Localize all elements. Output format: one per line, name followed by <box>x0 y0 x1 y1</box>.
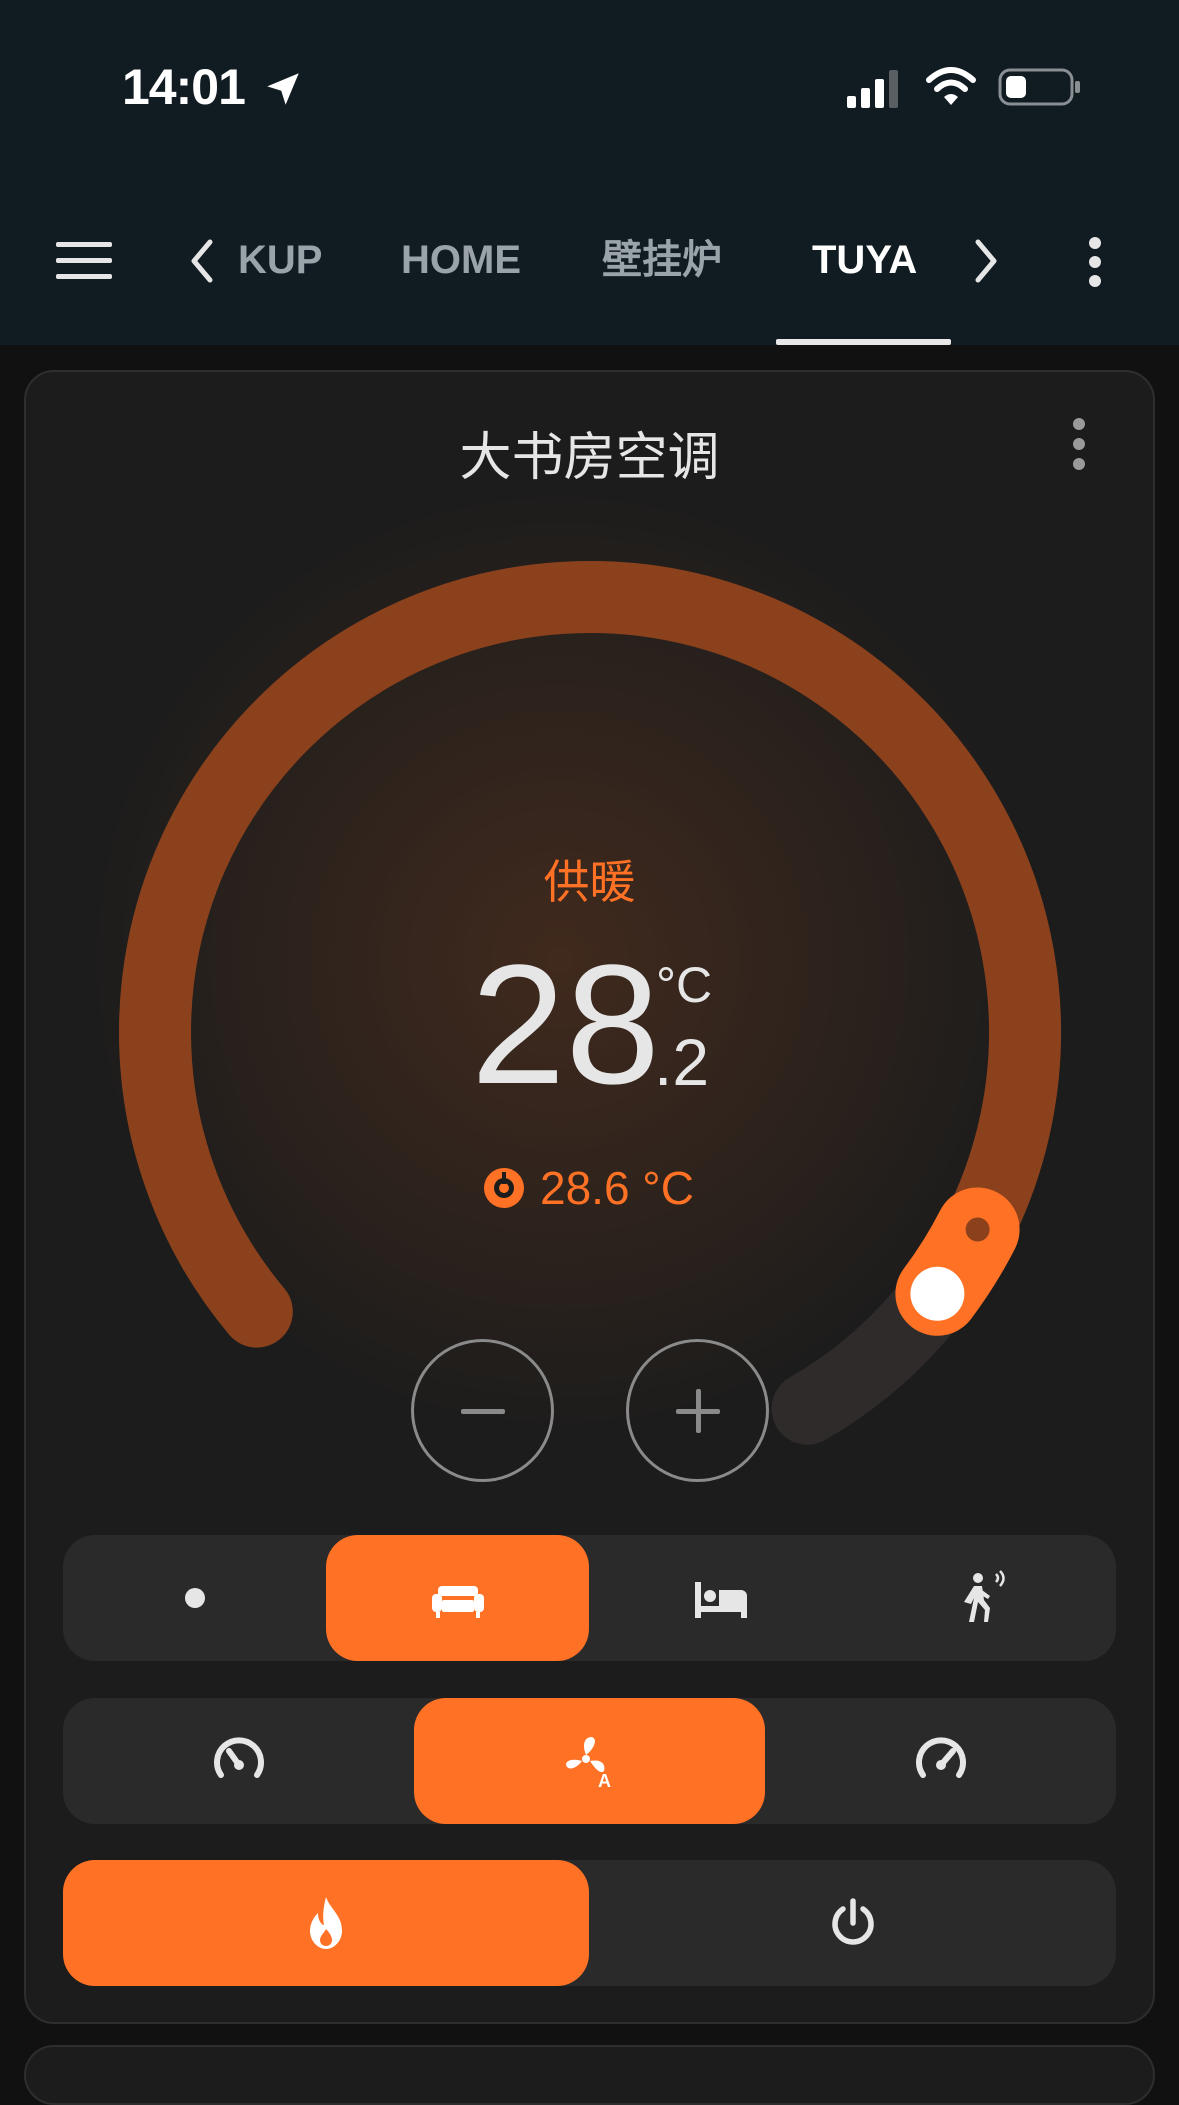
preset-mode-selector <box>63 1535 1116 1661</box>
minus-icon <box>460 1408 505 1414</box>
decrease-button[interactable] <box>411 1339 554 1482</box>
fan-low-button[interactable] <box>63 1698 414 1824</box>
current-marker <box>965 1217 990 1242</box>
flame-icon <box>310 1897 342 1949</box>
target-knob[interactable] <box>910 1266 965 1321</box>
target-temperature-unit: °C <box>656 957 713 1013</box>
fan-auto-icon: A <box>565 1737 611 1791</box>
power-icon <box>832 1898 874 1945</box>
increase-button[interactable] <box>626 1339 769 1482</box>
dial-handle[interactable] <box>895 1187 1020 1336</box>
walking-person-icon <box>964 1570 1005 1622</box>
bed-icon <box>694 1582 747 1618</box>
preset-away-button[interactable] <box>852 1535 1116 1661</box>
speedometer-low-icon <box>213 1737 264 1778</box>
thermometer-icon <box>484 1168 524 1208</box>
current-temperature-value: 28.6 °C <box>540 1162 694 1214</box>
preset-sleep-button[interactable] <box>589 1535 852 1661</box>
fan-auto-button[interactable]: A <box>414 1698 765 1824</box>
power-off-button[interactable] <box>590 1860 1116 1986</box>
heat-mode-button[interactable] <box>63 1860 589 1986</box>
plus-icon <box>675 1388 720 1433</box>
hvac-mode-label: 供暖 <box>543 855 636 909</box>
fan-high-button[interactable] <box>765 1698 1116 1824</box>
svg-text:A: A <box>598 1771 611 1791</box>
target-temperature-decimal: .2 <box>654 1025 710 1099</box>
current-temperature: 28.6 °C <box>482 1158 694 1218</box>
fan-mode-selector: A <box>63 1698 1116 1824</box>
sofa-icon <box>431 1586 484 1618</box>
preset-none-button[interactable] <box>63 1535 326 1661</box>
dot-icon <box>184 1588 205 1608</box>
preset-comfort-button[interactable] <box>326 1535 589 1661</box>
speedometer-high-icon <box>915 1737 966 1778</box>
hvac-mode-selector <box>63 1860 1116 1986</box>
next-card <box>24 2045 1155 2105</box>
target-temperature-integer: 28 <box>470 930 660 1120</box>
